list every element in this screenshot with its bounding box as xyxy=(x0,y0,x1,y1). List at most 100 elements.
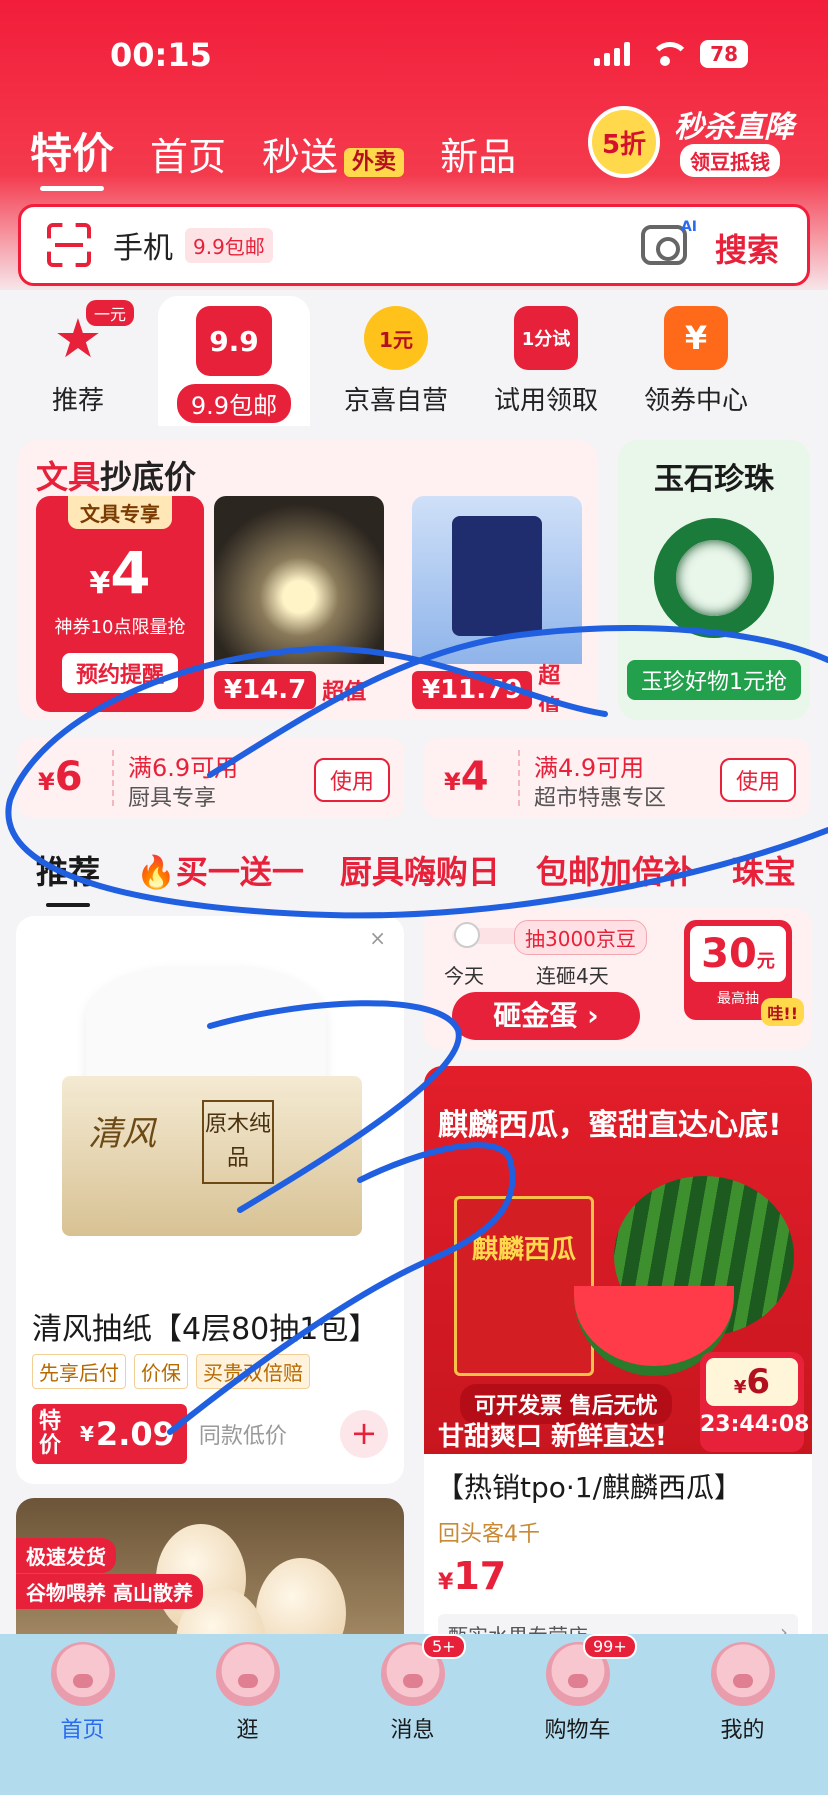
use-coupon-button[interactable]: 使用 xyxy=(719,758,796,802)
stationery-title-red: 文具 xyxy=(36,458,101,496)
category-label: 领券中心 xyxy=(643,386,748,416)
prize-unit: 元 xyxy=(756,951,775,972)
coupon-divider xyxy=(518,750,520,806)
stationery-title: 文具抄底价 xyxy=(36,452,196,498)
category-coupon-center[interactable]: ¥ 领券中心 xyxy=(626,300,766,417)
yiyuan-badge: 一元 xyxy=(86,300,135,326)
close-icon[interactable]: × xyxy=(369,926,386,950)
product-card-watermelon[interactable]: 麒麟西瓜，蜜甜直达心底! 麒麟西瓜 可开发票 售后无忧 甘甜爽口 新鲜直达! ¥… xyxy=(424,1066,812,1648)
stationery-tag: 文具专享 xyxy=(68,496,172,529)
remind-button[interactable]: 预约提醒 xyxy=(61,653,178,693)
same-low-price-note: 同款低价 xyxy=(198,1424,287,1449)
status-bar: 00:15 78 xyxy=(0,36,828,76)
progress-dot xyxy=(454,922,480,948)
category-trial[interactable]: 1分试 试用领取 xyxy=(476,300,616,417)
amount-value: 4 xyxy=(460,754,489,800)
tab-tejia[interactable]: 特价 xyxy=(30,120,114,191)
category-99-free-shipping[interactable]: 9.9 9.9包邮 xyxy=(164,300,304,425)
tab-miaosong-label: 秒送 xyxy=(262,135,339,179)
feed-tab-kitchen-day[interactable]: 厨具嗨购日 xyxy=(340,847,500,893)
message-count-badge: 5+ xyxy=(422,1634,466,1659)
feed-tab-free-shipping[interactable]: 包邮加倍补 xyxy=(536,847,696,893)
product-card-tissue[interactable]: × 清风 原木纯品 清风抽纸【4层80抽1包】 先享后付 价保 买贵双倍赔 特价… xyxy=(16,916,404,1484)
scan-icon[interactable] xyxy=(47,223,91,267)
coupon-amount: ¥6 xyxy=(38,754,83,800)
price-value: 14.7 xyxy=(242,675,307,705)
reward-label: 抽3000京豆 xyxy=(514,920,647,955)
promo-title: 秒杀直降 xyxy=(674,110,794,145)
currency-symbol: ¥ xyxy=(89,566,111,601)
price-value: 17 xyxy=(453,1554,507,1598)
lamp-image xyxy=(214,496,384,664)
nav-label: 购物车 xyxy=(544,1718,611,1743)
category-label: 京喜自营 xyxy=(343,386,448,416)
product-card-eggs[interactable]: 极速发货 谷物喂养 高山散养 xyxy=(16,1498,404,1648)
item-price-row: ¥11.79 超值 xyxy=(412,664,582,712)
signal-icon xyxy=(594,42,631,66)
tab-new[interactable]: 新品 xyxy=(440,126,516,181)
stationery-item-bag[interactable]: ¥11.79 超值 xyxy=(412,496,582,712)
stationery-promo-card[interactable]: 文具抄底价 文具专享 ¥4 神券10点限量抢 预约提醒 ¥14.7 超值 ¥11… xyxy=(18,440,598,720)
smash-egg-button[interactable]: 砸金蛋 › xyxy=(452,992,640,1040)
coupon-divider xyxy=(112,750,114,806)
bottom-nav: 首页 逛 5+ 消息 99+ 购物车 我的 xyxy=(0,1634,828,1795)
pig-mascot-icon xyxy=(50,1642,115,1706)
coupon-condition: 满6.9可用 xyxy=(128,754,239,782)
amount-value: 6 xyxy=(54,754,83,800)
stationery-coupon[interactable]: 文具专享 ¥4 神券10点限量抢 预约提醒 xyxy=(36,496,204,712)
feed-tab-buy-one-get-one[interactable]: 🔥买一送一 xyxy=(136,847,304,893)
price-box: ¥2.09 xyxy=(68,1404,187,1464)
nav-label: 消息 xyxy=(390,1718,435,1743)
top-tabs: 特价 首页 秒送 外卖 新品 xyxy=(30,120,516,191)
watermelon-gift-box: 麒麟西瓜 xyxy=(454,1196,594,1376)
status-time: 00:15 xyxy=(110,36,212,74)
stationery-item-lamp[interactable]: ¥14.7 超值 xyxy=(214,496,384,712)
tissue-image: 清风 原木纯品 xyxy=(46,956,376,1256)
price-value: 11.79 xyxy=(440,675,523,705)
jade-promo-card[interactable]: 玉石珍珠 玉珍好物1元抢 xyxy=(618,440,810,720)
nav-cart[interactable]: 99+ 购物车 xyxy=(495,1634,660,1744)
product-tags: 先享后付 价保 买贵双倍赔 xyxy=(32,1354,310,1389)
search-hint-tag: 9.9包邮 xyxy=(185,227,273,263)
coupon-kitchen[interactable]: ¥6 满6.9可用 厨具专享 使用 xyxy=(18,738,404,818)
search-input[interactable]: 手机 xyxy=(113,223,173,267)
add-to-cart-button[interactable]: + xyxy=(340,1410,388,1458)
promo-subtitle: 领豆抵钱 xyxy=(680,144,780,177)
tab-home[interactable]: 首页 xyxy=(150,126,226,181)
bag-image xyxy=(412,496,582,664)
nav-label: 我的 xyxy=(720,1718,765,1743)
currency-symbol: ¥ xyxy=(438,1570,454,1595)
category-recommend[interactable]: ★ 一元 推荐 xyxy=(8,300,148,417)
watermelon-headline: 麒麟西瓜，蜜甜直达心底! xyxy=(438,1108,782,1143)
nav-messages[interactable]: 5+ 消息 xyxy=(330,1634,495,1744)
cart-count-badge: 99+ xyxy=(583,1634,637,1659)
nav-label: 逛 xyxy=(236,1718,259,1743)
golden-egg-game-card[interactable]: 抽3000京豆 今天 连砸4天 砸金蛋 › 30元 最高抽 哇!! xyxy=(424,908,812,1050)
search-button[interactable]: 搜索 xyxy=(715,225,779,271)
stationery-desc: 神券10点限量抢 xyxy=(54,617,186,638)
nav-home[interactable]: 首页 xyxy=(0,1634,165,1744)
prize-value: 30 xyxy=(701,931,757,977)
product-title: 清风抽纸【4层80抽1包】 xyxy=(32,1312,379,1347)
today-label: 今天 xyxy=(444,964,484,988)
product-tag: 价保 xyxy=(134,1354,188,1389)
nav-profile[interactable]: 我的 xyxy=(660,1634,825,1744)
search-bar[interactable]: 手机 9.9包邮 AI 搜索 xyxy=(18,204,810,286)
one-yuan-icon: 1元 xyxy=(364,306,428,370)
coupon-scope: 超市特惠专区 xyxy=(534,786,667,811)
bag-99-icon: 9.9 xyxy=(196,306,272,376)
discount-badge: 5折 xyxy=(588,106,660,178)
category-jingxi-self[interactable]: 1元 京喜自营 xyxy=(326,300,466,417)
value-label: 超值 xyxy=(322,680,367,705)
feed-tab-recommend[interactable]: 推荐 xyxy=(36,847,100,907)
tissue-box-label: 原木纯品 xyxy=(202,1100,274,1184)
tab-miaosong[interactable]: 秒送 外卖 xyxy=(262,126,405,181)
coupon-scope: 厨具专享 xyxy=(128,786,217,811)
coupon-supermarket[interactable]: ¥4 满4.9可用 超市特惠专区 使用 xyxy=(424,738,810,818)
flash-sale-promo[interactable]: 5折 秒杀直降 领豆抵钱 xyxy=(588,92,818,180)
pig-mascot-icon xyxy=(710,1642,775,1706)
use-coupon-button[interactable]: 使用 xyxy=(313,758,390,802)
category-row: ★ 一元 推荐 9.9 9.9包邮 1元 京喜自营 1分试 试用领取 ¥ 领券中… xyxy=(0,296,828,430)
nav-browse[interactable]: 逛 xyxy=(165,1634,330,1744)
feed-tab-jewelry[interactable]: 珠宝 xyxy=(732,847,796,893)
